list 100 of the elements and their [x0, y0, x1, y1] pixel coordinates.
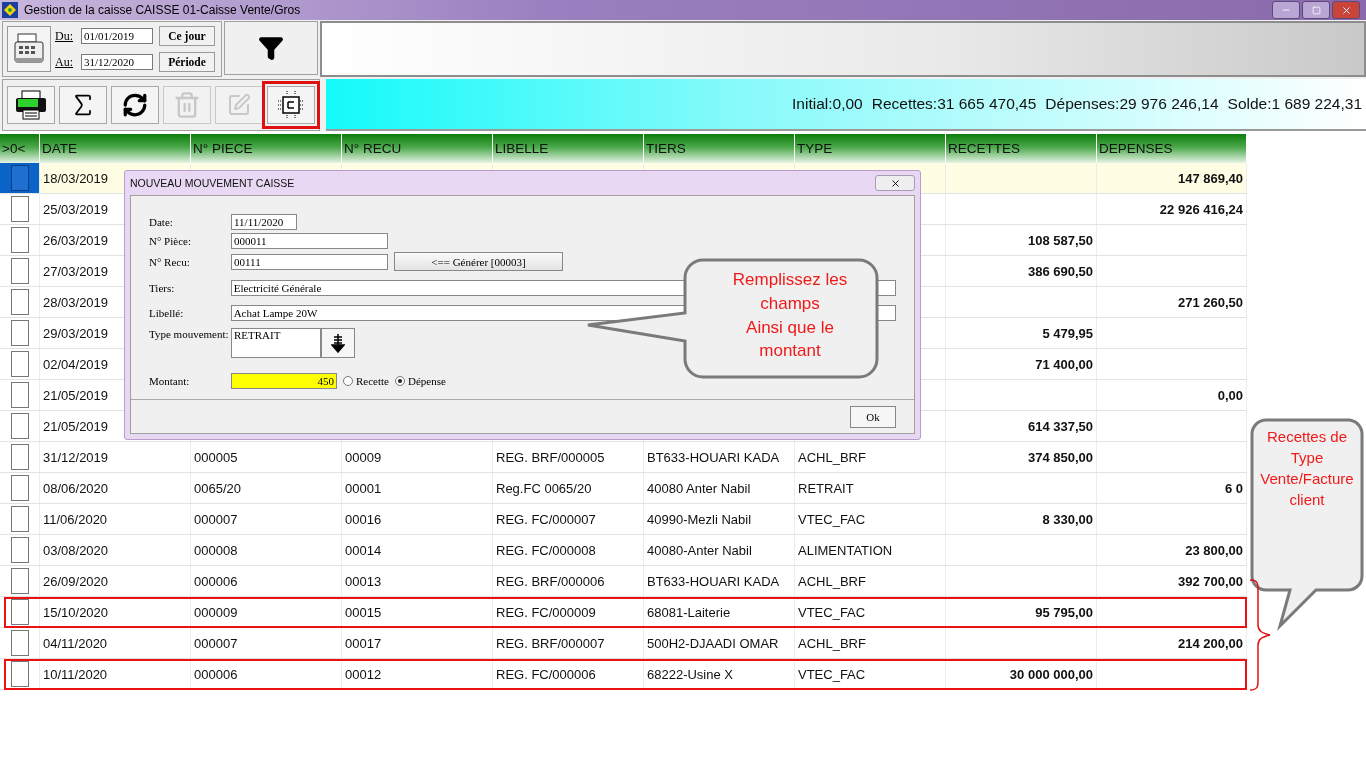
to-date-field[interactable]: 31/12/2020	[81, 54, 153, 70]
table-cell: 10/11/2020	[43, 666, 108, 682]
from-label: Du:	[55, 28, 74, 44]
column-header[interactable]: DEPENSES	[1097, 134, 1247, 163]
row-checkbox[interactable]	[10, 475, 29, 501]
column-header[interactable]: TIERS	[644, 134, 795, 163]
date-field[interactable]: 11/11/2020	[231, 214, 297, 230]
table-cell: 00013	[345, 573, 382, 589]
column-header[interactable]: >0<	[0, 134, 40, 163]
row-checkbox[interactable]	[10, 382, 29, 408]
table-cell: 00017	[345, 635, 382, 651]
generate-button[interactable]: <== Générer [00003]	[394, 252, 563, 271]
type-picker-button[interactable]	[321, 328, 355, 358]
row-checkbox[interactable]	[10, 444, 29, 470]
table-cell: 30 000 000,00	[1009, 666, 1093, 682]
row-checkbox[interactable]	[10, 289, 29, 315]
row-checkbox[interactable]	[10, 351, 29, 377]
app-icon	[2, 2, 18, 18]
minimize-button[interactable]	[1272, 1, 1300, 19]
column-header[interactable]: RECETTES	[946, 134, 1097, 163]
table-cell: 21/05/2019	[43, 418, 109, 434]
row-checkbox[interactable]	[10, 227, 29, 253]
table-cell: 25/03/2019	[43, 201, 109, 217]
field-label: Date:	[149, 216, 174, 228]
row-checkbox[interactable]	[10, 506, 29, 532]
excel-printer-icon	[14, 90, 48, 120]
from-date-field[interactable]: 01/01/2019	[81, 28, 153, 44]
column-header[interactable]: DATE	[40, 134, 191, 163]
table-cell: 40990-Mezli Nabil	[647, 511, 752, 527]
close-button[interactable]	[1332, 1, 1360, 19]
maximize-button[interactable]	[1302, 1, 1330, 19]
radio-label: Recette	[356, 375, 389, 387]
table-cell: 40080 Anter Nabil	[647, 480, 751, 496]
type-field[interactable]: RETRAIT	[231, 328, 321, 358]
summary-total: Solde:1 689 224,31	[1227, 95, 1362, 113]
ok-button[interactable]: Ok	[850, 405, 896, 428]
brace-icon	[1248, 578, 1272, 692]
table-cell: REG. BRF/000007	[496, 635, 605, 651]
column-header[interactable]: LIBELLE	[493, 134, 644, 163]
table-cell: 000007	[194, 635, 238, 651]
table-cell: 000005	[194, 449, 238, 465]
column-header[interactable]: N° RECU	[342, 134, 493, 163]
amount-field[interactable]: 450	[231, 373, 337, 389]
column-header[interactable]: N° PIECE	[191, 134, 342, 163]
table-cell: ACHL_BRF	[798, 573, 866, 589]
row-checkbox[interactable]	[10, 599, 29, 625]
table-cell: 68222-Usine X	[647, 666, 733, 682]
table-cell: 000007	[194, 511, 238, 527]
radio-button[interactable]	[343, 376, 353, 386]
table-cell: 18/03/2019	[43, 170, 109, 186]
table-cell: 00001	[345, 480, 382, 496]
table-cell: 392 700,00	[1177, 573, 1243, 589]
table-cell: 6 0	[1224, 480, 1243, 496]
dialog-title: NOUVEAU MOUVEMENT CAISSE	[130, 177, 295, 189]
table-cell: 386 690,50	[1027, 263, 1093, 279]
table-cell: 00015	[345, 604, 382, 620]
close-icon	[1340, 4, 1352, 16]
table-cell: REG. FC/000009	[496, 604, 596, 620]
row-checkbox[interactable]	[10, 196, 29, 222]
toolbar-button[interactable]	[7, 86, 55, 124]
row-checkbox[interactable]	[10, 165, 29, 191]
table-cell: 04/11/2020	[43, 635, 108, 651]
row-checkbox[interactable]	[10, 320, 29, 346]
window-title: Gestion de la caisse CAISSE 01-Caisse Vente/Gros	[24, 3, 302, 17]
today-button[interactable]: Ce jour	[159, 26, 215, 46]
row-checkbox[interactable]	[10, 413, 29, 439]
table-cell: 26/09/2020	[43, 573, 109, 589]
table-cell: 11/06/2020	[43, 511, 108, 527]
row-checkbox[interactable]	[10, 258, 29, 284]
toolbar-button[interactable]	[59, 86, 107, 124]
field-label: N° Pièce:	[149, 235, 192, 247]
table-cell: 000006	[194, 666, 238, 682]
column-header[interactable]: TYPE	[795, 134, 946, 163]
close-button[interactable]	[875, 175, 915, 191]
row-checkbox[interactable]	[10, 568, 29, 594]
table-cell: 000006	[194, 573, 238, 589]
row-checkbox[interactable]	[10, 630, 29, 656]
filter-button[interactable]	[224, 21, 318, 75]
field-label: Montant:	[149, 375, 191, 387]
table-cell: 108 587,50	[1027, 232, 1093, 248]
table-cell: 147 869,40	[1177, 170, 1243, 186]
table-cell: REG. BRF/000006	[496, 573, 605, 589]
table-cell: 0,00	[1217, 387, 1243, 403]
receipt-field[interactable]: 00111	[231, 253, 388, 270]
period-button[interactable]: Période	[159, 52, 215, 72]
table-cell: 000009	[194, 604, 238, 620]
table-cell: 00014	[345, 542, 382, 558]
table-cell: 00016	[345, 511, 382, 527]
row-checkbox[interactable]	[10, 537, 29, 563]
field-label: Tiers:	[149, 282, 176, 294]
table-cell: 00009	[345, 449, 382, 465]
radio-button[interactable]	[395, 376, 405, 386]
table-cell: 31/12/2019	[43, 449, 109, 465]
piece-field[interactable]: 000011	[231, 233, 388, 249]
cash-register-button[interactable]	[7, 26, 51, 72]
table-cell: VTEC_FAC	[798, 604, 866, 620]
field-label: Libellé:	[149, 307, 185, 319]
toolbar-button[interactable]	[111, 86, 159, 124]
row-checkbox[interactable]	[10, 661, 29, 687]
field-label: N° Recu:	[149, 255, 191, 268]
